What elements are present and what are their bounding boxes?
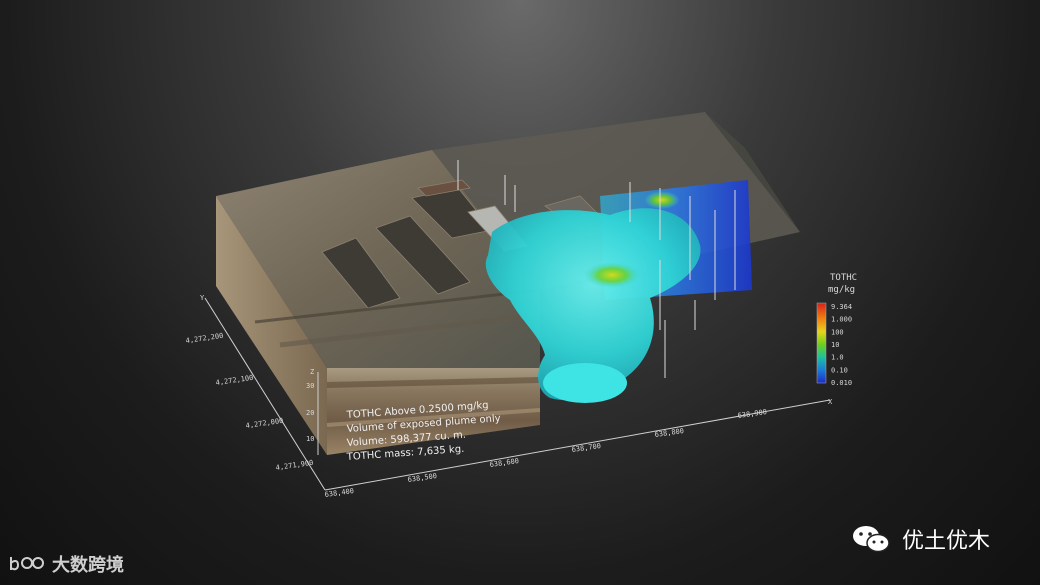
z-tick-label: 30 [306, 382, 314, 390]
y-axis-label: Y [200, 294, 205, 302]
y-tick-label: 4,271,900 [275, 459, 314, 472]
x-tick-label: 638,900 [737, 408, 767, 420]
legend-tick-label: 100 [831, 328, 844, 336]
z-tick-label: 10 [306, 435, 314, 443]
x-tick-label: 638,600 [489, 457, 519, 469]
x-tick-label: 638,500 [407, 472, 437, 484]
logo-icon [10, 557, 44, 571]
legend-tick-label: 1.000 [831, 316, 852, 324]
x-tick-label: 638,800 [654, 427, 684, 439]
z-axis-label: Z [310, 368, 314, 376]
legend-tick-label: 0.10 [831, 366, 848, 374]
y-tick-label: 4,272,200 [185, 332, 224, 345]
legend-colorbar [816, 302, 827, 384]
legend-ticks: 9.364 1.000 100 10 1.0 0.10 0.010 [831, 303, 852, 387]
x-tick-label: 638,400 [324, 487, 354, 499]
legend-tick-label: 9.364 [831, 303, 852, 311]
brand-left-text: 大数跨境 [52, 555, 124, 576]
3d-plume-visualization: TOTHC Above 0.2500 mg/kg Volume of expos… [185, 112, 857, 499]
wechat-icon [853, 526, 890, 553]
x-axis-label: X [828, 398, 833, 406]
legend-tick-label: 0.010 [831, 379, 852, 387]
plume-hotspot [584, 262, 640, 288]
y-tick-label: 4,272,100 [215, 374, 254, 387]
legend-tick-label: 1.0 [831, 354, 844, 362]
z-tick-label: 20 [306, 409, 314, 417]
plume-base-lobe [543, 363, 627, 403]
x-tick-label: 638,700 [571, 442, 601, 454]
legend-unit: mg/kg [828, 285, 855, 295]
legend-tick-label: 10 [831, 341, 839, 349]
legend-title: TOTHC [830, 273, 857, 283]
brand-right: 优土优木 [850, 522, 990, 556]
plume-hotspot-2 [644, 191, 680, 209]
brand-right-text: 优土优木 [902, 529, 991, 554]
brand-left: 大数跨境 [8, 550, 124, 578]
y-tick-label: 4,272,000 [245, 417, 284, 430]
